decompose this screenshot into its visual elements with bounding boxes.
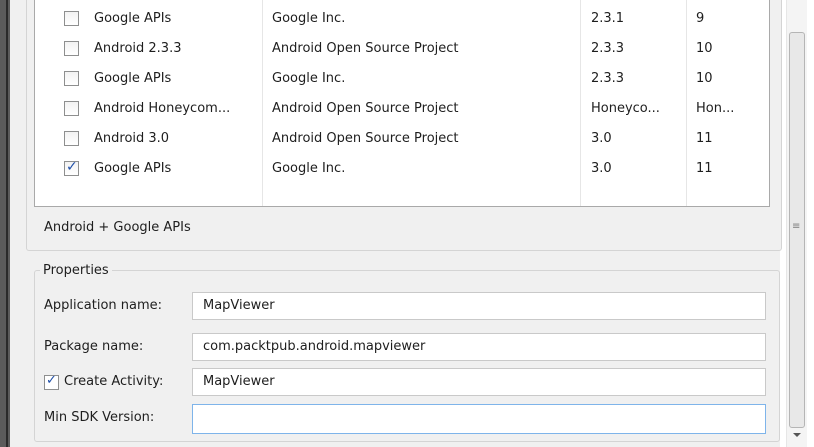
properties-legend: Properties bbox=[40, 262, 112, 280]
target-api-cell[interactable]: Hon... bbox=[696, 95, 734, 123]
target-api-cell[interactable]: 11 bbox=[696, 155, 713, 183]
target-name-cell[interactable]: Google APIs bbox=[94, 5, 171, 33]
target-vendor-cell[interactable]: Google Inc. bbox=[272, 5, 345, 33]
package-name-field[interactable]: com.packtpub.android.mapviewer bbox=[192, 333, 766, 361]
target-vendor-cell[interactable]: Google Inc. bbox=[272, 65, 345, 93]
target-name-cell[interactable]: Google APIs bbox=[94, 65, 171, 93]
target-checkbox[interactable] bbox=[64, 159, 79, 176]
application-name-label: Application name: bbox=[44, 298, 163, 313]
target-platform-cell[interactable]: 2.3.3 bbox=[591, 35, 624, 63]
target-platform-cell[interactable]: 3.0 bbox=[591, 125, 612, 153]
create-activity-checkbox[interactable] bbox=[44, 373, 59, 390]
scrollbar-grip-icon: ≡ bbox=[792, 221, 801, 232]
target-platform-cell[interactable]: 3.0 bbox=[591, 155, 612, 183]
target-name-cell[interactable]: Android 2.3.3 bbox=[94, 35, 181, 63]
target-platform-cell[interactable]: 2.3.1 bbox=[591, 5, 624, 33]
package-name-label: Package name: bbox=[44, 339, 144, 354]
create-activity-label[interactable]: Create Activity: bbox=[64, 368, 163, 396]
target-api-cell[interactable]: 10 bbox=[696, 65, 713, 93]
target-name-cell[interactable]: Google APIs bbox=[94, 155, 171, 183]
target-platform-cell[interactable]: 2.3.3 bbox=[591, 65, 624, 93]
target-checkbox[interactable] bbox=[64, 101, 79, 116]
target-checkbox[interactable] bbox=[64, 71, 79, 86]
application-name-field[interactable]: MapViewer bbox=[192, 292, 766, 320]
target-vendor-cell[interactable]: Android Open Source Project bbox=[272, 35, 459, 63]
target-checkbox[interactable] bbox=[64, 41, 79, 56]
target-vendor-cell[interactable]: Google Inc. bbox=[272, 155, 345, 183]
scroll-down-arrow-icon[interactable] bbox=[793, 433, 801, 437]
min-sdk-label: Min SDK Version: bbox=[44, 410, 155, 425]
target-description: Android + Google APIs bbox=[44, 220, 191, 235]
target-api-cell[interactable]: 11 bbox=[696, 125, 713, 153]
target-platform-cell[interactable]: Honeyco... bbox=[591, 95, 660, 123]
target-vendor-cell[interactable]: Android Open Source Project bbox=[272, 95, 459, 123]
target-vendor-cell[interactable]: Android Open Source Project bbox=[272, 125, 459, 153]
window-left-border bbox=[0, 0, 10, 447]
target-api-cell[interactable]: 9 bbox=[696, 5, 704, 33]
min-sdk-field[interactable] bbox=[192, 404, 766, 434]
create-activity-field[interactable]: MapViewer bbox=[192, 368, 766, 396]
target-name-cell[interactable]: Android Honeycom... bbox=[94, 95, 230, 123]
target-name-cell[interactable]: Android 3.0 bbox=[94, 125, 169, 153]
target-checkbox[interactable] bbox=[64, 11, 79, 26]
target-api-cell[interactable]: 10 bbox=[696, 35, 713, 63]
target-checkbox[interactable] bbox=[64, 131, 79, 146]
